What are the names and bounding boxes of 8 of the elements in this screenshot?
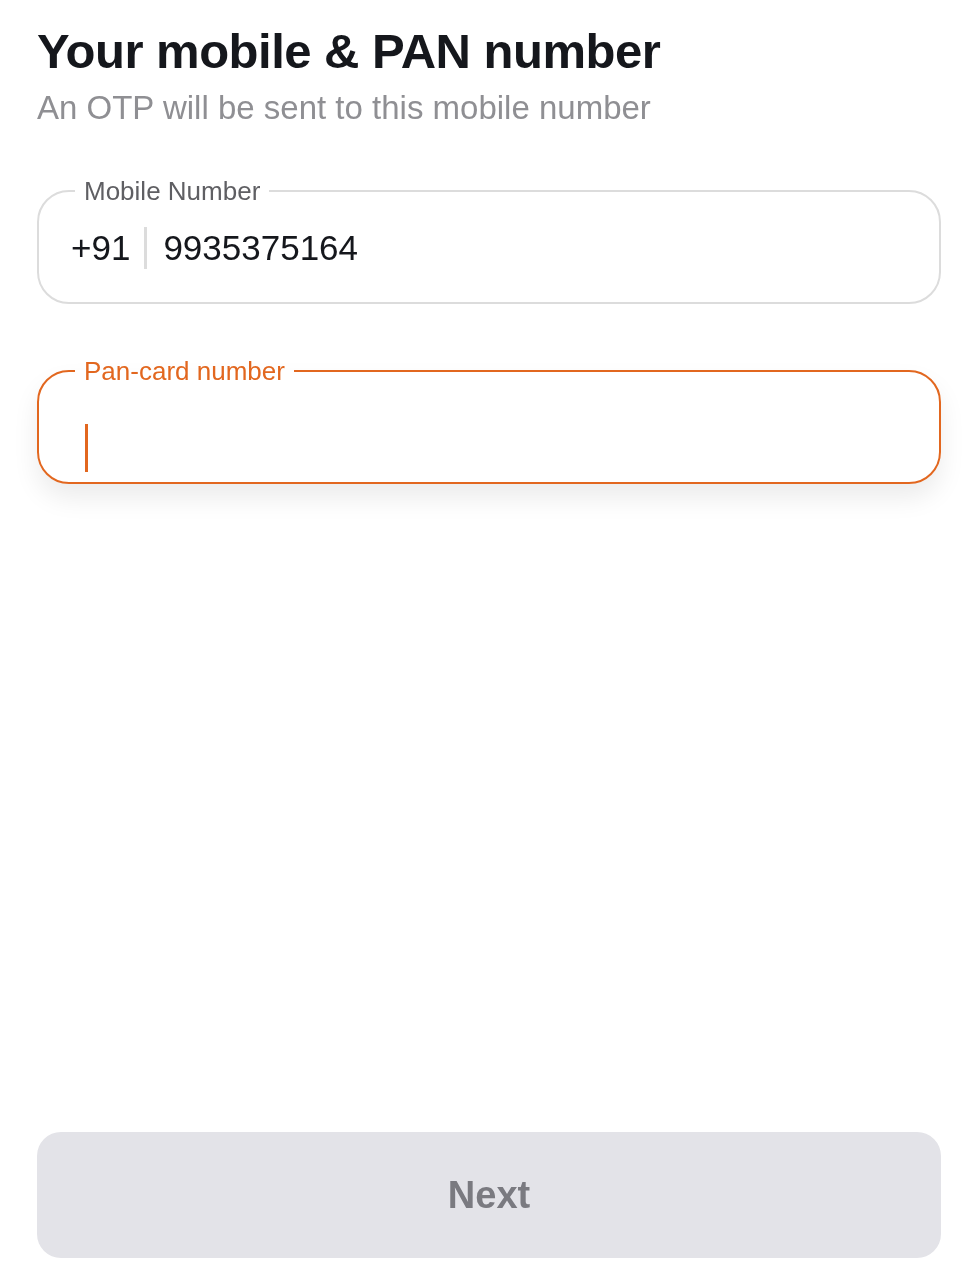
mobile-number-input[interactable]: 9935375164 [163,222,907,275]
mobile-number-field[interactable]: Mobile Number +91 9935375164 [37,178,941,305]
field-label: Pan-card number [83,358,286,385]
page-title: Your mobile & PAN number [37,23,662,80]
text-cursor [85,424,88,473]
field-label: Mobile Number [83,178,262,205]
page-subtitle: An OTP will be sent to this mobile number [37,87,652,128]
country-code: +91 [71,227,148,270]
